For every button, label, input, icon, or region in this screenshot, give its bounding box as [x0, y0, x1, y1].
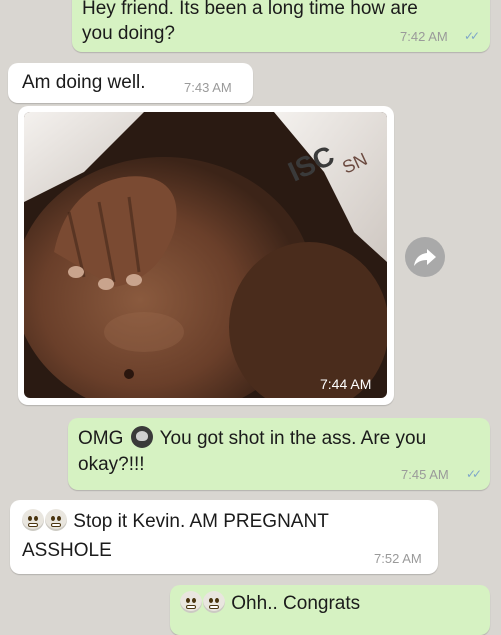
- grimacing-emoji-icon: [180, 591, 202, 613]
- message-text: you doing?: [82, 23, 175, 44]
- message-text-part: OMG: [78, 428, 124, 449]
- outgoing-message-bubble[interactable]: Hey friend. Its been a long time how are…: [72, 0, 490, 52]
- grimacing-emoji-icon: [45, 509, 67, 531]
- message-text: Ohh.. Congrats: [180, 591, 360, 616]
- skull-emoji-icon: [130, 426, 153, 448]
- message-time: 7:52 AM: [374, 551, 422, 566]
- grimacing-emoji-icon: [22, 509, 44, 531]
- message-time: 7:44 AM: [320, 376, 372, 392]
- read-receipt-icon: ✓✓: [464, 29, 480, 43]
- message-text: Hey friend. Its been a long time how are: [82, 0, 418, 19]
- message-time: 7:42 AM: [400, 29, 448, 44]
- message-time: 7:43 AM: [184, 80, 232, 95]
- read-receipt-icon: ✓✓: [466, 467, 482, 481]
- message-time: 7:45 AM: [401, 467, 449, 482]
- message-text-part: You got shot in the ass. Are you: [159, 428, 427, 449]
- photo-image: ISC SN: [24, 112, 387, 398]
- outgoing-message-bubble[interactable]: Ohh.. Congrats: [170, 585, 490, 635]
- incoming-message-bubble[interactable]: Am doing well. 7:43 AM: [8, 63, 253, 103]
- message-text: Stop it Kevin. AM PREGNANT: [22, 509, 329, 534]
- message-text: Am doing well.: [22, 72, 146, 93]
- message-text: OMG You got shot in the ass. Are you: [78, 426, 426, 451]
- incoming-message-bubble[interactable]: Stop it Kevin. AM PREGNANT ASSHOLE 7:52 …: [10, 500, 438, 574]
- forward-icon[interactable]: [405, 237, 445, 277]
- message-text-part: Stop it Kevin. AM PREGNANT: [73, 511, 329, 532]
- message-text: okay?!!!: [78, 454, 145, 475]
- grimacing-emoji-icon: [203, 591, 225, 613]
- message-text-part: Ohh.. Congrats: [231, 593, 361, 614]
- outgoing-message-bubble[interactable]: OMG You got shot in the ass. Are you oka…: [68, 418, 490, 490]
- message-photo[interactable]: ISC SN 7:44 AM: [24, 112, 387, 398]
- message-text: ASSHOLE: [22, 540, 112, 561]
- forward-arrow-icon: [414, 249, 436, 266]
